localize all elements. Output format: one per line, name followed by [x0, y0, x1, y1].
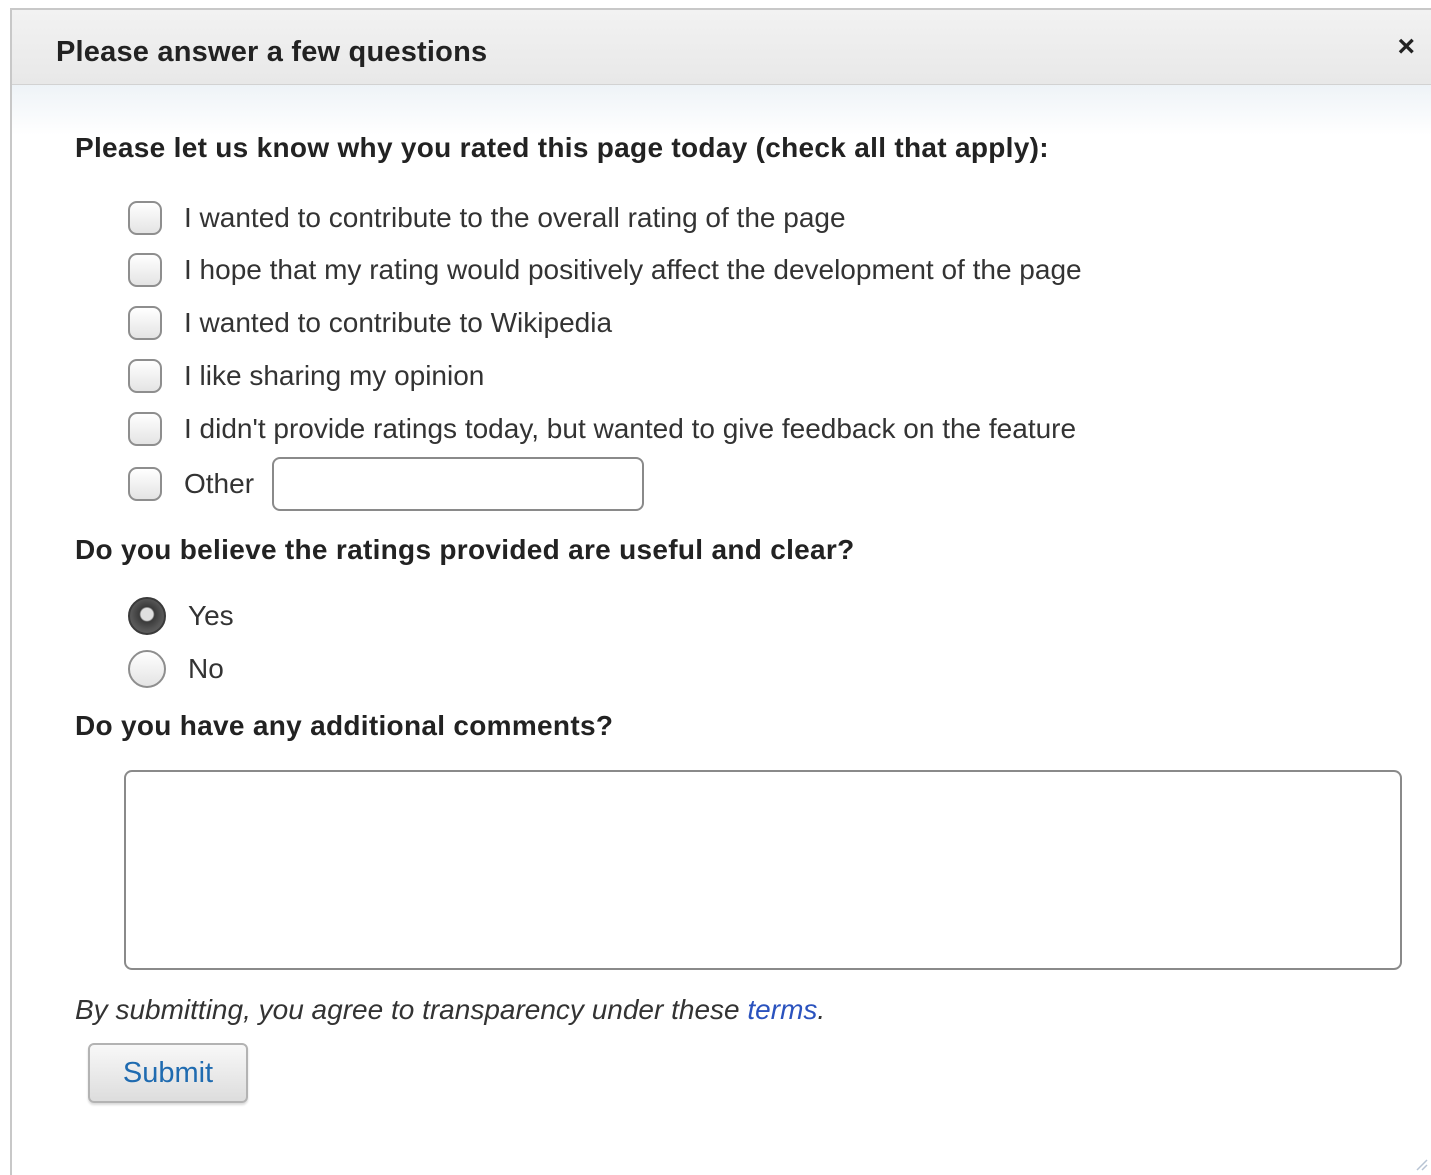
question-rating-reasons: Please let us know why you rated this pa… — [75, 132, 1049, 163]
checkbox-feedback-feature[interactable] — [128, 412, 162, 446]
dialog-title: Please answer a few questions — [56, 36, 488, 68]
terms-notice: By submitting, you agree to transparency… — [75, 994, 825, 1026]
radio-no[interactable] — [128, 650, 166, 688]
close-icon[interactable]: × — [1397, 32, 1415, 62]
checkbox-overall-rating[interactable] — [128, 201, 162, 235]
checkbox-contribute-wikipedia[interactable] — [128, 306, 162, 340]
option-row-feedback-feature[interactable]: I didn't provide ratings today, but want… — [128, 409, 1076, 449]
option-label[interactable]: I wanted to contribute to Wikipedia — [184, 307, 612, 339]
question-ratings-useful: Do you believe the ratings provided are … — [75, 534, 855, 565]
option-label[interactable]: Other — [184, 468, 254, 500]
option-label[interactable]: I hope that my rating would positively a… — [184, 254, 1082, 286]
other-text-input[interactable] — [272, 457, 645, 511]
radio-yes[interactable] — [128, 597, 166, 635]
terms-suffix: . — [817, 994, 826, 1025]
option-row-development[interactable]: I hope that my rating would positively a… — [128, 250, 1082, 290]
checkbox-sharing-opinion[interactable] — [128, 359, 162, 393]
option-label[interactable]: I wanted to contribute to the overall ra… — [184, 202, 846, 234]
radio-label[interactable]: Yes — [188, 600, 234, 632]
option-label[interactable]: I like sharing my opinion — [184, 360, 484, 392]
feedback-dialog: Please answer a few questions × Please l… — [10, 8, 1431, 1175]
option-row-sharing-opinion[interactable]: I like sharing my opinion — [128, 356, 484, 396]
submit-button[interactable]: Submit — [88, 1043, 248, 1103]
option-row-overall-rating[interactable]: I wanted to contribute to the overall ra… — [128, 198, 846, 238]
option-label[interactable]: I didn't provide ratings today, but want… — [184, 413, 1076, 445]
radio-label[interactable]: No — [188, 653, 224, 685]
resize-handle-icon[interactable] — [1413, 1157, 1429, 1173]
resize-grip-icon — [1416, 1159, 1428, 1171]
option-row-contribute-wikipedia[interactable]: I wanted to contribute to Wikipedia — [128, 303, 612, 343]
dialog-titlebar: Please answer a few questions × — [12, 10, 1431, 85]
question-additional-comments: Do you have any additional comments? — [75, 710, 614, 741]
comments-textarea[interactable] — [124, 770, 1402, 970]
option-row-other[interactable]: Other — [128, 456, 645, 512]
body-gradient — [12, 85, 1431, 135]
radio-row-no[interactable]: No — [128, 649, 224, 689]
checkbox-other[interactable] — [128, 467, 162, 501]
radio-row-yes[interactable]: Yes — [128, 596, 234, 636]
checkbox-development[interactable] — [128, 253, 162, 287]
terms-prefix: By submitting, you agree to transparency… — [75, 994, 748, 1025]
terms-link[interactable]: terms — [747, 994, 817, 1025]
